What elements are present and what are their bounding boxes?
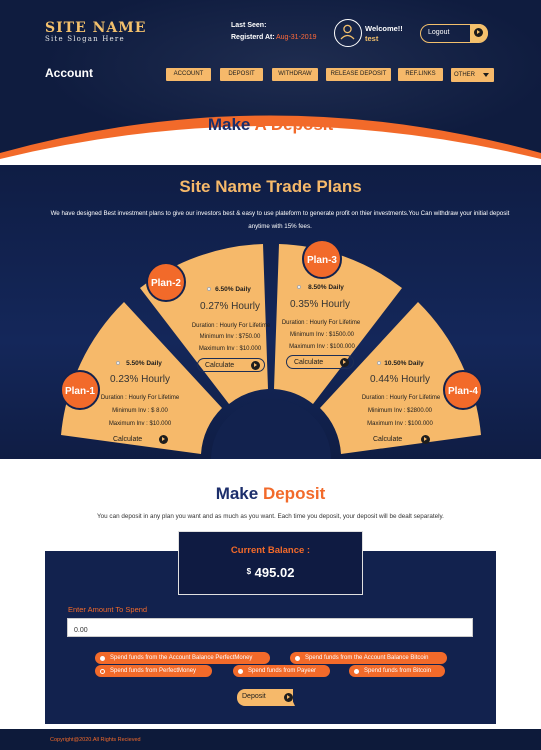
plan-3-duration: Duration : Hourly For Lifetime bbox=[281, 320, 361, 326]
deposit-button[interactable]: Deposit bbox=[237, 689, 302, 706]
plan-2-calculate-label: Calculate bbox=[205, 362, 235, 369]
arrow-right-icon bbox=[340, 358, 349, 367]
option-label: Spend funds from Payeer bbox=[248, 668, 317, 674]
user-avatar-icon bbox=[334, 19, 362, 47]
plan-4-calculate-label: Calculate bbox=[373, 436, 403, 443]
site-footer: Copyright@2020.All Rights Recieved bbox=[0, 729, 541, 750]
plan-3-badge: Plan-3 bbox=[302, 239, 342, 279]
nav-item-withdraw[interactable]: WITHDRAW bbox=[272, 68, 318, 81]
last-seen-label: Last Seen: bbox=[231, 22, 267, 29]
deposit-description: You can deposit in any plan you want and… bbox=[97, 513, 444, 520]
welcome-text: Welcome!! bbox=[365, 24, 403, 33]
option-balance-perfectmoney[interactable]: Spend funds from the Account Balance Per… bbox=[95, 652, 270, 664]
deposit-title-main: Make bbox=[215, 484, 259, 503]
arrow-right-icon bbox=[470, 24, 488, 42]
plan-1-min: Minimum Inv : $ 8.00 bbox=[112, 408, 168, 414]
plan-2-max: Maximum Inv : $10.000 bbox=[198, 346, 262, 352]
plan-1-duration: Duration : Hourly For Lifetime bbox=[100, 395, 180, 401]
username: test bbox=[365, 34, 379, 43]
site-header: SITE NAME Site Slogan Here Last Seen: Re… bbox=[0, 0, 541, 165]
option-payeer[interactable]: Spend funds from Payeer bbox=[233, 665, 330, 677]
option-perfectmoney[interactable]: Spend funds from PerfectMoney bbox=[95, 665, 212, 677]
radio-icon bbox=[100, 655, 105, 661]
plan-2-duration: Duration : Hourly For Lifetime bbox=[191, 323, 271, 329]
option-balance-bitcoin[interactable]: Spend funds from the Account Balance Bit… bbox=[290, 652, 447, 664]
option-label: Spend funds from the Account Balance Bit… bbox=[305, 655, 429, 661]
option-label: Spend funds from the Account Balance Per… bbox=[110, 655, 253, 661]
option-bitcoin[interactable]: Spend funds from Bitcoin bbox=[349, 665, 445, 677]
page-title-main: Make bbox=[207, 115, 251, 134]
arrow-right-icon bbox=[251, 361, 260, 370]
plan-2-badge: Plan-2 bbox=[146, 262, 186, 302]
plan-4-hourly: 0.44% Hourly bbox=[369, 374, 431, 385]
logout-label: Logout bbox=[428, 29, 450, 36]
plan-1-calculate-label: Calculate bbox=[113, 436, 143, 443]
plan-4-max: Maximum Inv : $100.000 bbox=[367, 421, 433, 427]
balance-label: Current Balance : bbox=[230, 545, 311, 556]
nav-item-deposit[interactable]: DEPOSIT bbox=[220, 68, 263, 81]
plan-1-calculate-button[interactable]: Calculate bbox=[106, 433, 172, 447]
radio-icon bbox=[100, 668, 105, 674]
deposit-title-accent: Deposit bbox=[262, 484, 326, 503]
nav-other-dropdown[interactable]: OTHER bbox=[451, 68, 494, 82]
deposit-button-label: Deposit bbox=[242, 693, 266, 700]
arrow-right-icon bbox=[159, 435, 168, 444]
plan-4-min: Minimum Inv : $2800.00 bbox=[367, 408, 433, 414]
nav-other-label: OTHER bbox=[454, 72, 475, 78]
plan-1-daily: 5.50% Daily bbox=[126, 360, 162, 367]
copyright-text: Copyright@2020.All Rights Recieved bbox=[50, 737, 141, 743]
plan-3-min: Minimum Inv : $1500.00 bbox=[289, 332, 355, 338]
amount-label: Enter Amount To Spend bbox=[68, 605, 148, 614]
plan-3-daily: 8.50% Daily bbox=[308, 284, 344, 291]
chevron-down-icon bbox=[483, 73, 489, 77]
option-label: Spend funds from PerfectMoney bbox=[110, 668, 197, 674]
plan-3-calculate-label: Calculate bbox=[294, 359, 324, 366]
fan-center bbox=[211, 399, 331, 459]
plan-1-badge: Plan-1 bbox=[60, 370, 100, 410]
section-title-account: Account bbox=[45, 66, 93, 80]
registered-date: Aug-31-2019 bbox=[276, 34, 317, 41]
trade-plans-section: Site Name Trade Plans We have designed B… bbox=[0, 165, 541, 459]
current-balance-box: Current Balance : $ 495.02 bbox=[178, 531, 363, 595]
plan-4-duration: Duration : Hourly For Lifetime bbox=[361, 395, 441, 401]
deposit-title: Make Deposit bbox=[0, 484, 541, 504]
registered-label: Registerd At: bbox=[231, 34, 275, 41]
radio-icon bbox=[295, 655, 300, 661]
make-deposit-section: Make Deposit You can deposit in any plan… bbox=[0, 459, 541, 729]
arrow-right-icon bbox=[284, 693, 293, 702]
site-logo[interactable]: SITE NAME bbox=[45, 20, 146, 36]
plan-4-badge: Plan-4 bbox=[443, 370, 483, 410]
page-title: Make A Deposit bbox=[0, 115, 541, 135]
plan-3-hourly: 0.35% Hourly bbox=[289, 299, 351, 310]
plan-3-max: Maximum Inv : $100.000 bbox=[289, 344, 355, 350]
site-slogan: Site Slogan Here bbox=[45, 35, 125, 43]
plan-2-hourly: 0.27% Hourly bbox=[199, 301, 261, 312]
nav-item-release-deposit[interactable]: RELEASE DEPOSIT bbox=[326, 68, 391, 81]
nav-item-account[interactable]: ACCOUNT bbox=[166, 68, 211, 81]
radio-icon bbox=[354, 668, 359, 674]
page-title-accent: A Deposit bbox=[254, 115, 334, 134]
radio-icon bbox=[238, 668, 243, 674]
balance-currency: $ bbox=[246, 567, 252, 576]
balance-value: $ 495.02 bbox=[179, 565, 362, 580]
plan-1-max: Maximum Inv : $10.000 bbox=[108, 421, 172, 427]
plan-2-calculate-button[interactable]: Calculate bbox=[197, 358, 265, 372]
plan-1-hourly: 0.23% Hourly bbox=[109, 374, 171, 385]
balance-amount: 495.02 bbox=[254, 565, 295, 580]
plan-2-min: Minimum Inv : $750.00 bbox=[199, 334, 261, 340]
nav-item-ref-links[interactable]: REF.LINKS bbox=[398, 68, 443, 81]
option-label: Spend funds from Bitcoin bbox=[364, 668, 432, 674]
plan-4-daily: 10.50% Daily bbox=[384, 360, 424, 367]
arrow-right-icon bbox=[421, 435, 430, 444]
amount-input[interactable] bbox=[67, 618, 473, 637]
plan-3-calculate-button[interactable]: Calculate bbox=[286, 355, 354, 369]
plans-fan-chart bbox=[61, 244, 481, 459]
plan-4-calculate-button[interactable]: Calculate bbox=[366, 433, 434, 447]
plan-2-daily: 6.50% Daily bbox=[215, 286, 251, 293]
logout-button[interactable]: Logout bbox=[420, 24, 488, 43]
